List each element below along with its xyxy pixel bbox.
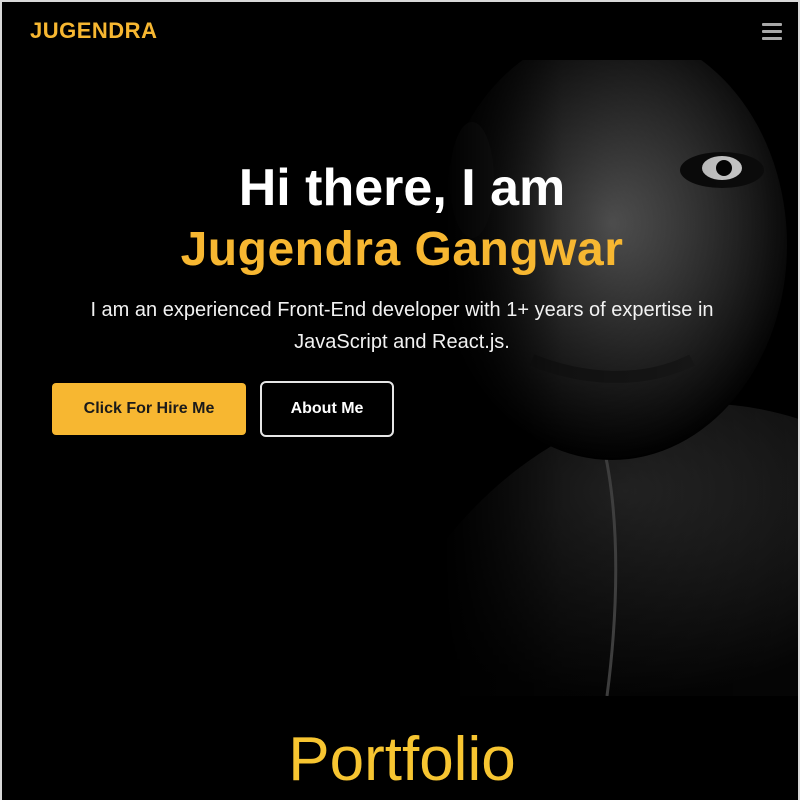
hero-content: Hi there, I am Jugendra Gangwar I am an … [2,60,798,696]
menu-line [762,23,782,26]
hero-section: Hi there, I am Jugendra Gangwar I am an … [2,60,798,696]
menu-line [762,30,782,33]
menu-line [762,37,782,40]
navbar: JUGENDRA [2,2,798,60]
hamburger-menu-icon[interactable] [760,21,786,43]
hero-description: I am an experienced Front-End developer … [90,299,714,353]
hero-greeting: Hi there, I am [238,159,566,217]
site-logo[interactable]: JUGENDRA [30,18,157,44]
hero-name: Jugendra Gangwar [180,223,624,276]
portfolio-caption: Portfolio [288,725,516,794]
about-me-button[interactable]: About Me [260,381,394,437]
hire-me-button[interactable]: Click For Hire Me [52,383,246,435]
app-frame: JUGENDRA Hi there, I am Jugendra Gangwar… [0,0,800,800]
